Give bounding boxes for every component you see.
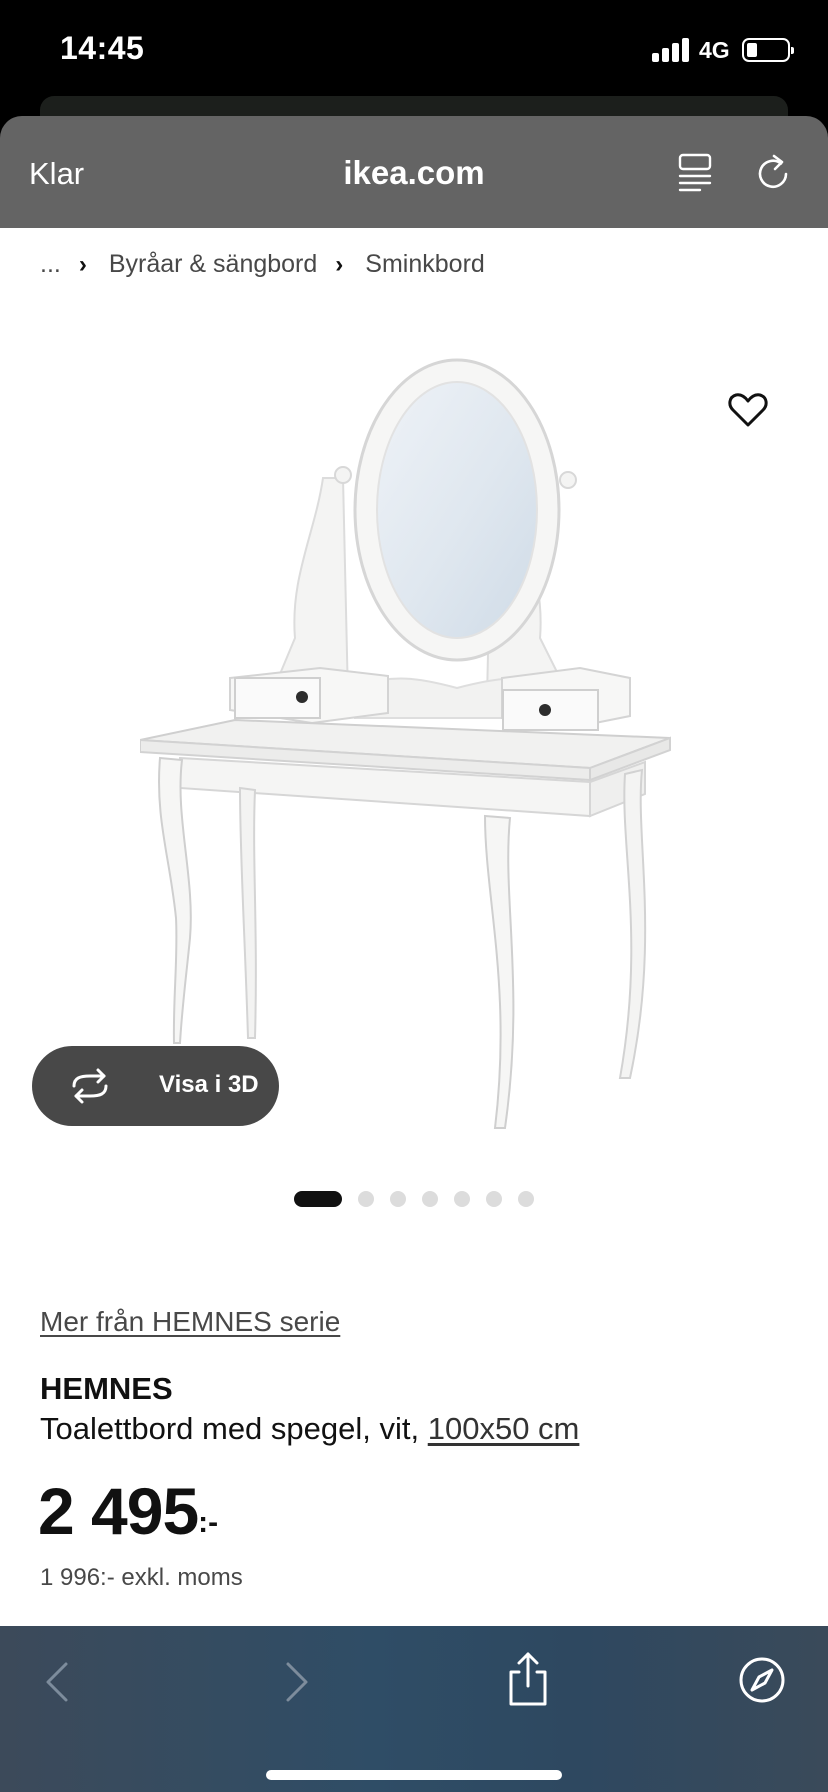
- chevron-left-icon[interactable]: [42, 1660, 72, 1704]
- reader-view-icon[interactable]: [676, 152, 716, 192]
- price-suffix: :-: [198, 1506, 219, 1539]
- home-indicator[interactable]: [266, 1770, 562, 1780]
- product-page: ... › Byråar & sängbord › Sminkbord Visa…: [0, 228, 828, 1626]
- breadcrumb-item-dressers[interactable]: Byråar & sängbord: [109, 250, 317, 279]
- breadcrumb-item-dressing-tables[interactable]: Sminkbord: [365, 250, 485, 279]
- status-bar: 14:45 4G: [0, 0, 828, 100]
- network-type: 4G: [699, 37, 730, 63]
- rotate-3d-icon: [72, 1068, 108, 1104]
- breadcrumb-item-more[interactable]: ...: [40, 250, 61, 279]
- browser-top-bar: Klar ikea.com: [0, 116, 828, 228]
- pagination-dot[interactable]: [358, 1191, 374, 1207]
- reload-icon[interactable]: [752, 150, 796, 194]
- image-pagination: [294, 1191, 550, 1207]
- right-drawer: [501, 666, 631, 731]
- product-size-link[interactable]: 100x50 cm: [428, 1411, 580, 1446]
- cellular-signal-icon: [652, 38, 692, 62]
- price-amount: 2 495: [38, 1474, 199, 1548]
- pagination-dot[interactable]: [454, 1191, 470, 1207]
- chevron-right-icon: ›: [78, 250, 87, 278]
- product-description: Toalettbord med spegel, vit, 100x50 cm: [40, 1411, 579, 1447]
- status-time: 14:45: [60, 30, 145, 66]
- share-icon[interactable]: [505, 1650, 551, 1708]
- pagination-dot[interactable]: [518, 1191, 534, 1207]
- chevron-right-icon: ›: [335, 250, 344, 278]
- series-link[interactable]: Mer från HEMNES serie: [40, 1306, 340, 1338]
- view-3d-button[interactable]: Visa i 3D: [32, 1046, 279, 1126]
- product-description-text: Toalettbord med spegel, vit,: [40, 1411, 420, 1446]
- price-excl-vat: 1 996:- exkl. moms: [40, 1564, 243, 1591]
- breadcrumb: ... › Byråar & sängbord › Sminkbord: [40, 250, 485, 279]
- pagination-dot[interactable]: [294, 1191, 342, 1207]
- pagination-dot[interactable]: [486, 1191, 502, 1207]
- battery-icon: [742, 38, 794, 62]
- chevron-right-icon[interactable]: [282, 1660, 312, 1704]
- heart-icon[interactable]: [728, 392, 768, 428]
- product-name: HEMNES: [40, 1371, 173, 1406]
- product-price: 2 495 :-: [38, 1478, 218, 1544]
- pagination-dot[interactable]: [422, 1191, 438, 1207]
- pagination-dot[interactable]: [390, 1191, 406, 1207]
- left-drawer: [229, 666, 389, 725]
- view-3d-label: Visa i 3D: [159, 1071, 259, 1098]
- product-image[interactable]: [140, 338, 700, 1158]
- compass-icon[interactable]: [738, 1656, 786, 1704]
- browser-bottom-toolbar: [0, 1626, 828, 1792]
